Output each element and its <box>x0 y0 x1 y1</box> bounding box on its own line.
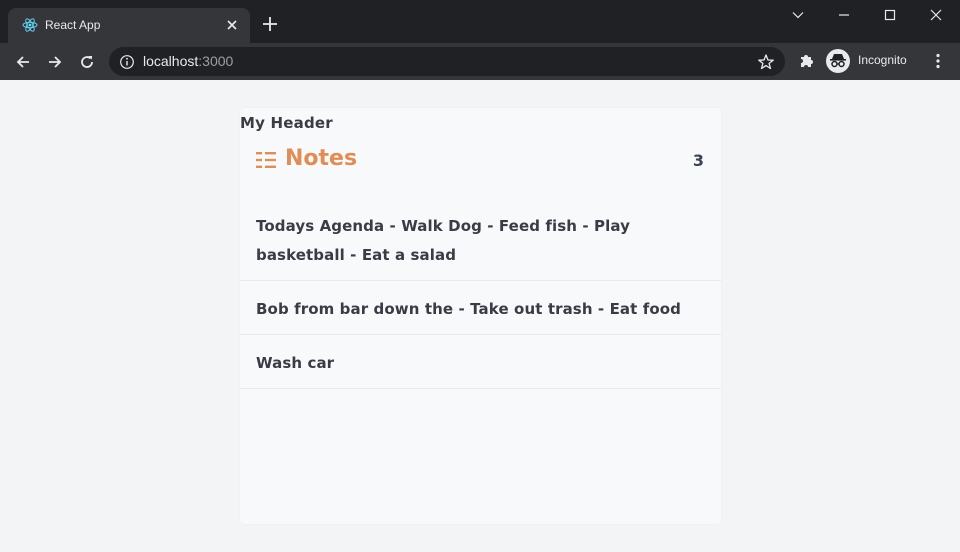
note-item[interactable]: Bob from bar down the - Take out trash -… <box>240 281 721 335</box>
page-viewport: My Header Notes 3 Todays Agenda - Walk D… <box>0 80 960 552</box>
react-logo-icon <box>22 18 38 32</box>
note-item[interactable]: Todays Agenda - Walk Dog - Feed fish - P… <box>240 198 721 281</box>
page-header: My Header <box>240 114 333 132</box>
star-icon[interactable] <box>757 53 775 71</box>
note-text: Bob from bar down the - Take out trash -… <box>256 300 682 318</box>
reload-icon <box>81 56 93 68</box>
incognito-label: Incognito <box>858 53 907 67</box>
more-vertical-icon[interactable] <box>928 51 948 71</box>
notes-card: My Header Notes 3 Todays Agenda - Walk D… <box>240 108 721 524</box>
maximize-button[interactable] <box>867 4 913 26</box>
url-text: localhost:3000 <box>143 53 233 69</box>
close-icon <box>930 9 942 21</box>
notes-count-badge: 3 <box>692 151 704 170</box>
browser-titlebar: React App <box>0 0 960 43</box>
minimize-icon <box>839 14 849 16</box>
note-text: Todays Agenda - Walk Dog - Feed fish - P… <box>256 217 630 264</box>
maximize-icon <box>884 9 896 21</box>
note-text: Wash car <box>256 354 335 372</box>
arrow-right-icon <box>49 56 62 68</box>
info-icon[interactable] <box>119 54 135 70</box>
puzzle-icon[interactable] <box>797 51 817 71</box>
minimize-button[interactable] <box>821 4 867 26</box>
new-tab-icon[interactable] <box>260 14 280 34</box>
note-item[interactable]: Wash car <box>240 335 721 389</box>
notes-title: Notes <box>285 146 358 171</box>
reload-button[interactable] <box>76 51 98 73</box>
tab-title: React App <box>45 18 101 32</box>
url-port: :3000 <box>198 53 234 69</box>
notes-list: Todays Agenda - Walk Dog - Feed fish - P… <box>240 198 721 389</box>
incognito-icon <box>826 49 850 73</box>
address-bar[interactable]: localhost:3000 <box>109 47 785 76</box>
chevron-down-icon <box>792 12 804 19</box>
close-tab-icon[interactable] <box>224 17 240 33</box>
close-window-button[interactable] <box>913 4 959 26</box>
url-host: localhost <box>143 53 199 69</box>
arrow-left-icon <box>16 56 29 68</box>
forward-button[interactable] <box>44 51 66 73</box>
browser-tab[interactable]: React App <box>8 8 250 43</box>
list-icon <box>256 152 276 168</box>
tab-search-button[interactable] <box>775 4 821 26</box>
back-button[interactable] <box>12 51 34 73</box>
